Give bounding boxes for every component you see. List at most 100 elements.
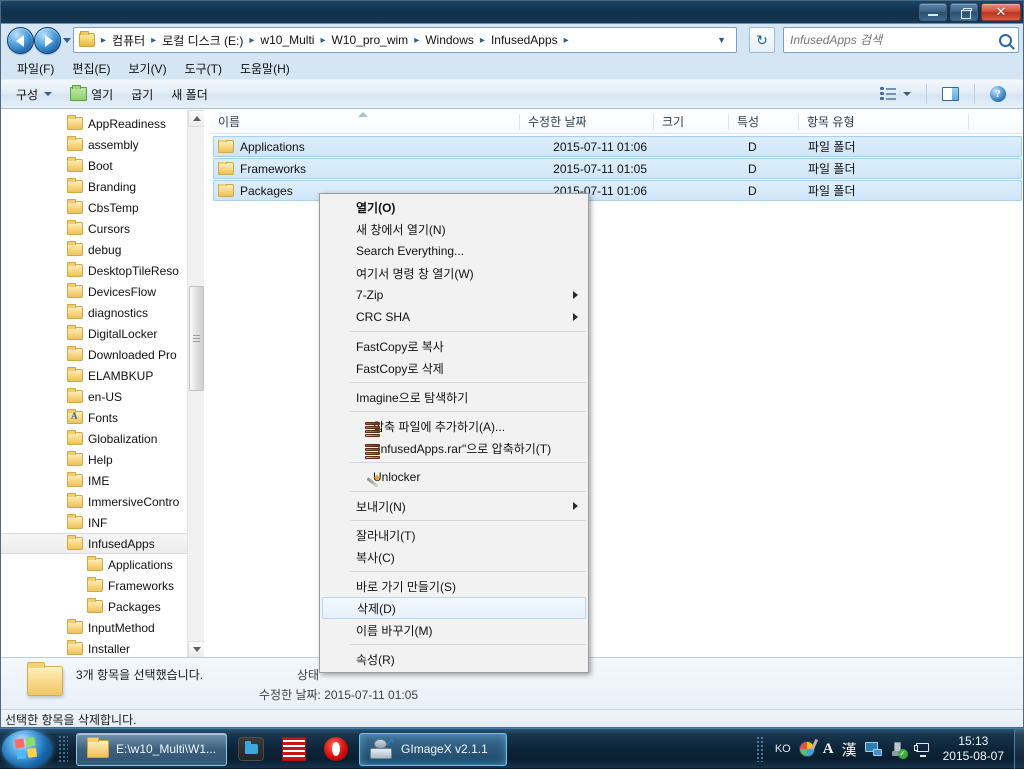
context-menu-item-20[interactable]: 복사(C) <box>320 546 588 568</box>
breadcrumb-item-infusedapps[interactable]: InfusedApps <box>490 29 559 51</box>
context-menu-item-4[interactable]: 7-Zip <box>320 284 588 306</box>
search-input[interactable] <box>790 33 999 47</box>
navigation-scrollbar[interactable] <box>187 110 204 658</box>
clock[interactable]: 15:13 2015-08-07 <box>935 734 1014 764</box>
tree-item-desktoptilereso[interactable]: DesktopTileReso <box>1 260 204 281</box>
history-dropdown-icon[interactable] <box>63 38 71 43</box>
table-row[interactable]: Applications 2015-07-11 01:06 D 파일 폴더 <box>213 136 1022 157</box>
preview-pane-button[interactable] <box>933 82 968 106</box>
context-menu-item-19[interactable]: 잘라내기(T) <box>320 524 588 546</box>
context-menu-item-3[interactable]: 여기서 명령 창 열기(W) <box>320 262 588 284</box>
help-button[interactable]: ? <box>981 81 1015 107</box>
address-breadcrumb-bar[interactable]: ▸ 컴퓨터 ▸ 로컬 디스크 (E:) ▸ w10_Multi ▸ W10_pr… <box>73 27 737 53</box>
show-desktop-button[interactable] <box>1014 729 1024 769</box>
context-menu-item-1[interactable]: 새 창에서 열기(N) <box>320 218 588 240</box>
menu-edit[interactable]: 편집(E) <box>64 58 118 79</box>
breadcrumb-item-computer[interactable]: 컴퓨터 <box>111 29 146 51</box>
table-row[interactable]: Frameworks 2015-07-11 01:05 D 파일 폴더 <box>213 158 1022 179</box>
scroll-up-button[interactable] <box>188 110 204 127</box>
scroll-down-button[interactable] <box>188 641 204 658</box>
search-box[interactable] <box>783 27 1019 53</box>
tree-item-digitallocker[interactable]: DigitalLocker <box>1 323 204 344</box>
tree-item-ime[interactable]: IME <box>1 470 204 491</box>
context-menu-item-22[interactable]: 바로 가기 만들기(S) <box>320 575 588 597</box>
tree-item-fonts[interactable]: Fonts <box>1 407 204 428</box>
tray-ime-alpha[interactable]: A <box>819 741 838 758</box>
tree-item-diagnostics[interactable]: diagnostics <box>1 302 204 323</box>
tree-item-frameworks[interactable]: Frameworks <box>1 575 204 596</box>
taskbar-item-opera[interactable] <box>317 733 355 766</box>
minimize-button[interactable] <box>919 3 947 21</box>
open-button[interactable]: 열기 <box>61 81 122 108</box>
tree-item-globalization[interactable]: Globalization <box>1 428 204 449</box>
forward-button[interactable] <box>34 27 61 54</box>
change-view-button[interactable] <box>871 82 920 106</box>
menu-help[interactable]: 도움말(H) <box>232 58 298 79</box>
breadcrumb-item-windows[interactable]: Windows <box>424 29 475 51</box>
column-header-3[interactable]: 특성 <box>729 110 799 134</box>
breadcrumb-item-drive[interactable]: 로컬 디스크 (E:) <box>161 29 244 51</box>
close-button[interactable]: ✕ <box>981 3 1021 21</box>
column-header-1[interactable]: 수정한 날짜 <box>520 110 654 134</box>
tray-network[interactable] <box>861 742 886 756</box>
context-menu[interactable]: 열기(O) 새 창에서 열기(N) Search Everything... 여기서 … <box>319 193 589 673</box>
context-menu-item-26[interactable]: 속성(R) <box>320 648 588 670</box>
tree-item-appreadiness[interactable]: AppReadiness <box>1 113 204 134</box>
context-menu-item-10[interactable]: Imagine으로 탐색하기 <box>320 386 588 408</box>
taskbar-item-file-manager[interactable] <box>231 733 271 766</box>
tray-ime-palette[interactable] <box>795 741 819 757</box>
column-header-2[interactable]: 크기 <box>654 110 729 134</box>
menu-view[interactable]: 보기(V) <box>120 58 174 79</box>
scrollbar-thumb[interactable] <box>189 286 204 391</box>
tree-item-downloaded-pro[interactable]: Downloaded Pro <box>1 344 204 365</box>
title-bar[interactable]: ✕ <box>1 1 1023 24</box>
tree-item-devicesflow[interactable]: DevicesFlow <box>1 281 204 302</box>
tree-item-branding[interactable]: Branding <box>1 176 204 197</box>
tree-item-infusedapps[interactable]: InfusedApps <box>1 533 204 554</box>
context-menu-item-2[interactable]: Search Everything... <box>320 240 588 262</box>
context-menu-item-23[interactable]: 삭제(D) <box>322 597 586 619</box>
tree-item-debug[interactable]: debug <box>1 239 204 260</box>
taskbar-item-gimagex[interactable]: ↗ GImageX v2.1.1 <box>359 732 508 766</box>
tree-item-boot[interactable]: Boot <box>1 155 204 176</box>
context-menu-item-7[interactable]: FastCopy로 복사 <box>320 335 588 357</box>
tree-item-elambkup[interactable]: ELAMBKUP <box>1 365 204 386</box>
context-menu-item-8[interactable]: FastCopy로 삭제 <box>320 357 588 379</box>
language-indicator[interactable]: KO <box>771 743 795 755</box>
taskbar-item-explorer[interactable]: E:\w10_Multi\W1... <box>76 732 228 766</box>
breadcrumb-item-w10prowim[interactable]: W10_pro_wim <box>330 29 409 51</box>
organize-button[interactable]: 구성 <box>7 81 61 108</box>
context-menu-item-15[interactable]: ✦ Unlocker <box>320 466 588 488</box>
context-menu-item-13[interactable]: "InfusedApps.rar"으로 압축하기(T) <box>320 437 588 459</box>
taskbar-item-red-grid[interactable] <box>275 733 313 766</box>
tree-item-packages[interactable]: Packages <box>1 596 204 617</box>
context-menu-item-0[interactable]: 열기(O) <box>320 196 588 218</box>
tray-display[interactable] <box>910 742 935 757</box>
tray-usb[interactable]: ✓ <box>886 741 910 759</box>
menu-file[interactable]: 파일(F) <box>9 58 62 79</box>
back-button[interactable] <box>7 27 34 54</box>
tree-item-cbstemp[interactable]: CbsTemp <box>1 197 204 218</box>
tree-item-assembly[interactable]: assembly <box>1 134 204 155</box>
burn-button[interactable]: 굽기 <box>122 81 162 108</box>
chevron-down-icon[interactable]: ▼ <box>709 35 734 45</box>
start-button[interactable] <box>2 730 52 768</box>
tree-item-inputmethod[interactable]: InputMethod <box>1 617 204 638</box>
new-folder-button[interactable]: 새 폴더 <box>162 81 216 108</box>
refresh-button[interactable]: ↻ <box>749 27 775 53</box>
menu-tools[interactable]: 도구(T) <box>177 58 230 79</box>
tree-item-help[interactable]: Help <box>1 449 204 470</box>
tree-item-applications[interactable]: Applications <box>1 554 204 575</box>
tree-item-en-us[interactable]: en-US <box>1 386 204 407</box>
tray-ime-hanja[interactable]: 漢 <box>838 739 861 760</box>
breadcrumb-item-w10multi[interactable]: w10_Multi <box>259 29 315 51</box>
context-menu-item-5[interactable]: CRC SHA <box>320 306 588 328</box>
tree-item-inf[interactable]: INF <box>1 512 204 533</box>
tree-item-cursors[interactable]: Cursors <box>1 218 204 239</box>
column-header-0[interactable]: 이름 <box>210 110 520 134</box>
context-menu-item-24[interactable]: 이름 바꾸기(M) <box>320 619 588 641</box>
tree-item-immersivecontro[interactable]: ImmersiveContro <box>1 491 204 512</box>
context-menu-item-12[interactable]: 압축 파일에 추가하기(A)... <box>320 415 588 437</box>
maximize-button[interactable] <box>950 3 978 21</box>
context-menu-item-17[interactable]: 보내기(N) <box>320 495 588 517</box>
